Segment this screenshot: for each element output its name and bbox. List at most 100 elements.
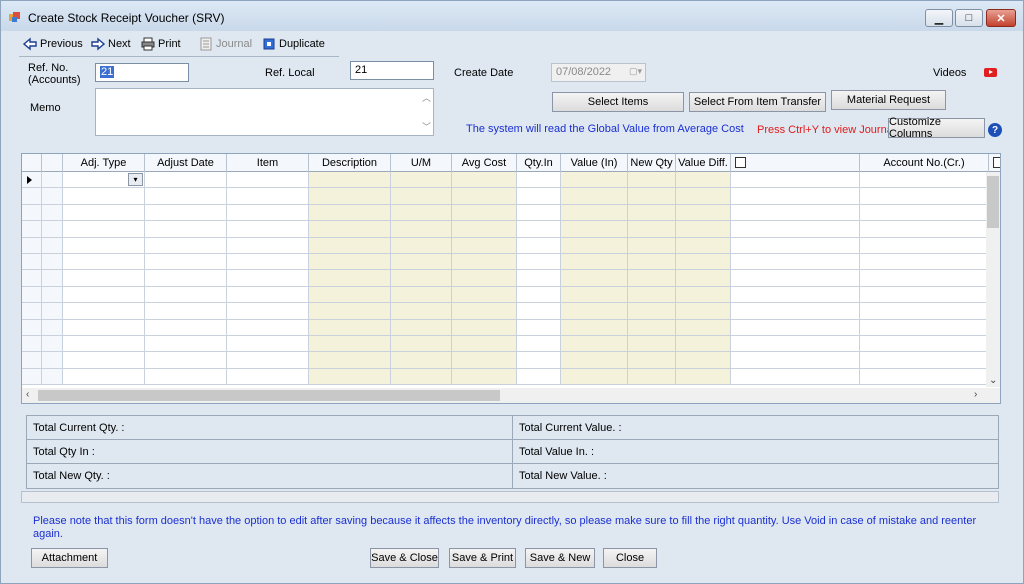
- grid-cell[interactable]: [628, 253, 676, 271]
- grid-cell[interactable]: [145, 204, 227, 222]
- grid-cell[interactable]: [517, 319, 561, 336]
- grid-cell[interactable]: [227, 204, 309, 222]
- grid-cell[interactable]: [860, 352, 989, 369]
- grid-cell[interactable]: [561, 319, 628, 336]
- grid-cell[interactable]: [452, 303, 517, 320]
- table-row[interactable]: [22, 368, 1000, 386]
- grid-cell[interactable]: [63, 188, 145, 205]
- grid-cell[interactable]: [517, 368, 561, 386]
- grid-cell[interactable]: [517, 172, 561, 189]
- grid-cell[interactable]: [628, 319, 676, 336]
- grid-cell[interactable]: [628, 303, 676, 320]
- column-header[interactable]: Description: [309, 154, 391, 172]
- scroll-down-icon[interactable]: ⌄: [989, 375, 997, 386]
- table-row[interactable]: [22, 188, 1000, 205]
- grid-cell[interactable]: [145, 253, 227, 271]
- grid-cell[interactable]: [676, 335, 731, 353]
- grid-cell[interactable]: [517, 188, 561, 205]
- grid-cell[interactable]: [452, 319, 517, 336]
- print-button[interactable]: Print: [141, 37, 181, 51]
- grid-cell[interactable]: [391, 319, 452, 336]
- grid-cell[interactable]: [860, 335, 989, 353]
- grid-cell[interactable]: [676, 237, 731, 254]
- grid-cell[interactable]: [145, 303, 227, 320]
- grid-cell[interactable]: [452, 221, 517, 238]
- grid-cell[interactable]: [731, 237, 860, 254]
- youtube-icon[interactable]: [984, 68, 997, 77]
- select-from-item-transfer-button[interactable]: Select From Item Transfer: [689, 92, 826, 112]
- grid-cell[interactable]: [561, 303, 628, 320]
- grid-cell[interactable]: [676, 204, 731, 222]
- grid-cell[interactable]: [309, 237, 391, 254]
- material-request-button[interactable]: Material Request: [831, 90, 946, 110]
- grid-cell[interactable]: [517, 352, 561, 369]
- grid-cell[interactable]: [145, 237, 227, 254]
- grid-cell[interactable]: [731, 286, 860, 304]
- table-row[interactable]: [22, 253, 1000, 271]
- grid-cell[interactable]: [63, 352, 145, 369]
- grid-cell[interactable]: [145, 368, 227, 386]
- previous-button[interactable]: Previous: [23, 37, 83, 51]
- grid-cell[interactable]: [860, 237, 989, 254]
- save-new-button[interactable]: Save & New: [525, 548, 595, 568]
- grid-cell[interactable]: [731, 368, 860, 386]
- grid-cell[interactable]: [227, 221, 309, 238]
- grid-cell[interactable]: [517, 335, 561, 353]
- grid-cell[interactable]: [561, 221, 628, 238]
- table-row[interactable]: [22, 335, 1000, 353]
- table-row[interactable]: [22, 204, 1000, 222]
- column-header[interactable]: New Qty: [628, 154, 676, 172]
- grid-cell[interactable]: [227, 319, 309, 336]
- column-header[interactable]: Value Diff.: [676, 154, 731, 172]
- grid-cell[interactable]: [145, 172, 227, 189]
- scroll-left-icon[interactable]: ‹: [26, 389, 29, 400]
- grid-cell[interactable]: [309, 303, 391, 320]
- grid-cell[interactable]: [63, 286, 145, 304]
- grid-cell[interactable]: [731, 352, 860, 369]
- table-row[interactable]: [22, 221, 1000, 238]
- grid-cell[interactable]: [517, 270, 561, 287]
- grid-cell[interactable]: [309, 270, 391, 287]
- grid-cell[interactable]: [391, 204, 452, 222]
- grid-cell[interactable]: [628, 335, 676, 353]
- grid-cell[interactable]: [731, 303, 860, 320]
- grid-cell[interactable]: [676, 188, 731, 205]
- grid-cell[interactable]: [309, 188, 391, 205]
- grid-cell[interactable]: [860, 303, 989, 320]
- scroll-right-icon[interactable]: ›: [974, 389, 977, 400]
- table-row[interactable]: [22, 303, 1000, 320]
- attachment-button[interactable]: Attachment: [31, 548, 108, 568]
- ref-no-input[interactable]: 21: [95, 63, 189, 82]
- grid-cell[interactable]: [391, 237, 452, 254]
- grid-cell[interactable]: [731, 270, 860, 287]
- grid-cell[interactable]: [309, 319, 391, 336]
- table-row[interactable]: [22, 352, 1000, 369]
- grid-cell[interactable]: [309, 352, 391, 369]
- grid-cell[interactable]: [561, 237, 628, 254]
- grid-cell[interactable]: [63, 253, 145, 271]
- grid-cell[interactable]: [731, 204, 860, 222]
- select-items-button[interactable]: Select Items: [552, 92, 684, 112]
- grid-cell[interactable]: [391, 352, 452, 369]
- column-header[interactable]: Item: [227, 154, 309, 172]
- grid-cell[interactable]: [860, 172, 989, 189]
- grid-cell[interactable]: [452, 253, 517, 271]
- grid-cell[interactable]: [63, 270, 145, 287]
- grid-cell[interactable]: [309, 253, 391, 271]
- grid-cell[interactable]: [561, 335, 628, 353]
- grid-cell[interactable]: [145, 352, 227, 369]
- grid-cell[interactable]: [561, 253, 628, 271]
- grid-cell[interactable]: [227, 237, 309, 254]
- grid-cell[interactable]: [676, 270, 731, 287]
- grid-cell[interactable]: [63, 221, 145, 238]
- table-row[interactable]: ▾: [22, 172, 1000, 189]
- grid-cell[interactable]: [628, 172, 676, 189]
- grid-cell[interactable]: [145, 319, 227, 336]
- grid-cell[interactable]: [676, 368, 731, 386]
- items-grid[interactable]: Adj. Type Adjust Date Item Description U/M Av…: [21, 153, 1001, 404]
- grid-cell[interactable]: [860, 253, 989, 271]
- horizontal-scrollbar[interactable]: ‹ ›: [22, 388, 1000, 403]
- grid-cell[interactable]: [63, 204, 145, 222]
- checkbox-icon[interactable]: [735, 157, 746, 168]
- grid-cell[interactable]: [561, 188, 628, 205]
